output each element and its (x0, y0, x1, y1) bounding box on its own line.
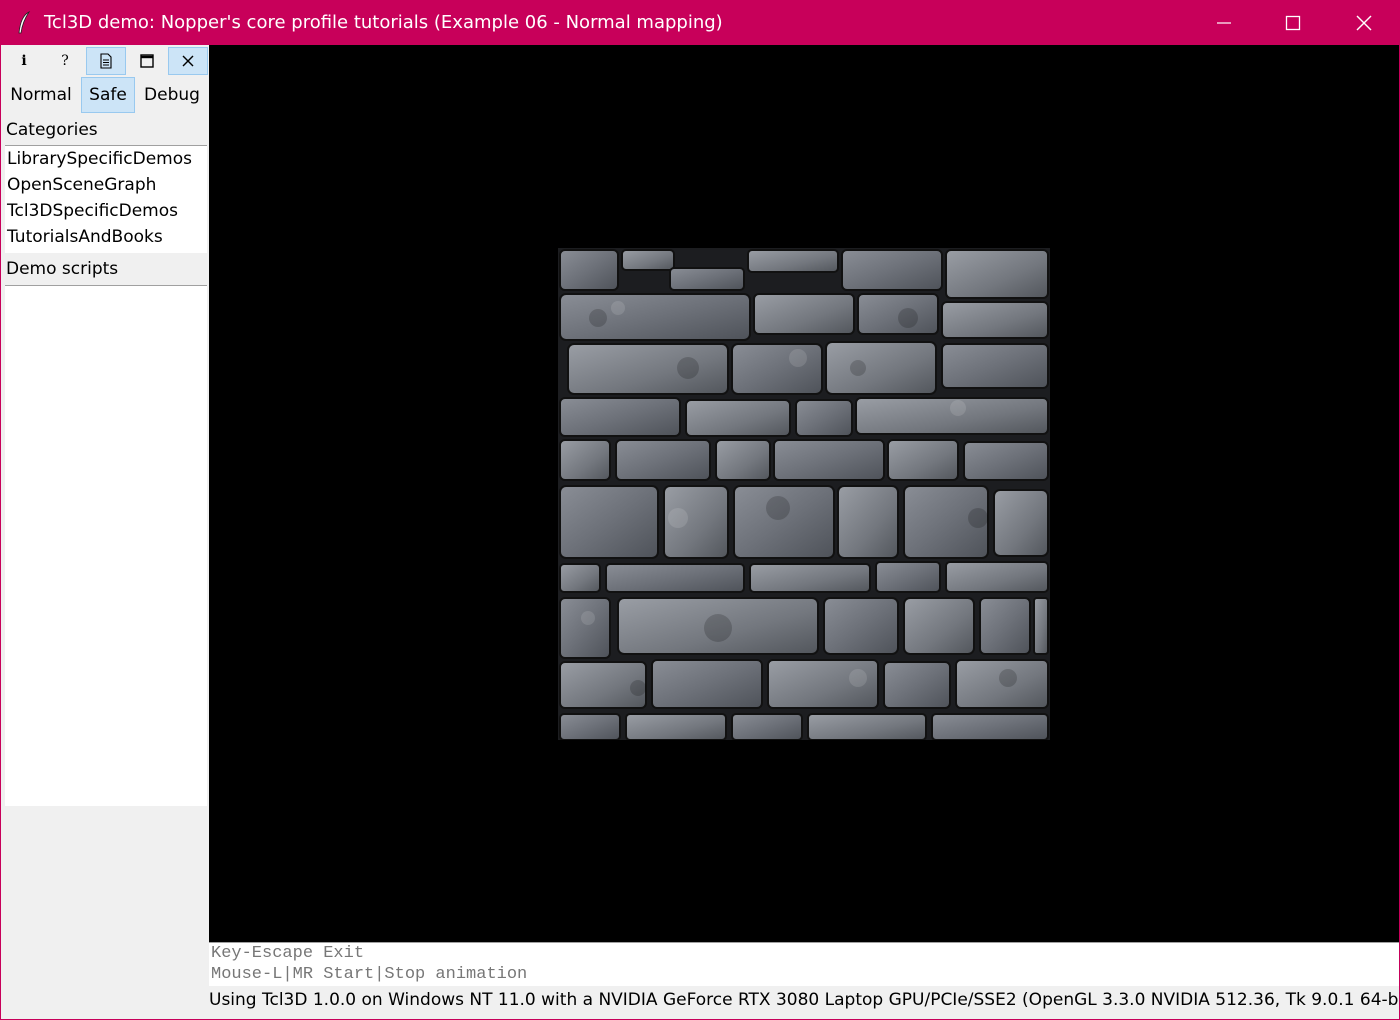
maximize-icon (140, 54, 154, 68)
demo-scripts-list[interactable] (5, 285, 207, 806)
info-button[interactable]: i (4, 47, 44, 75)
stone-wall-texture (558, 248, 1050, 740)
app-window: Tcl3D demo: Nopper's core profile tutori… (0, 0, 1400, 1020)
close-window-button[interactable] (1329, 1, 1399, 45)
feather-icon (18, 11, 31, 34)
window-title: Tcl3D demo: Nopper's core profile tutori… (44, 12, 723, 33)
close-icon (182, 55, 194, 67)
status-bar: Using Tcl3D 1.0.0 on Windows NT 11.0 wit… (209, 990, 1400, 1010)
list-item[interactable]: OpenSceneGraph (5, 172, 207, 198)
list-item[interactable]: Tcl3DSpecificDemos (5, 198, 207, 224)
mode-safe-button[interactable]: Safe (81, 77, 135, 113)
demo-scripts-label: Demo scripts (6, 259, 119, 279)
toolbar: i ? (4, 47, 208, 75)
close-icon (1356, 15, 1372, 31)
title-bar[interactable]: Tcl3D demo: Nopper's core profile tutori… (1, 1, 1399, 45)
mode-debug-button[interactable]: Debug (138, 77, 206, 113)
list-item[interactable]: TutorialsAndBooks (5, 224, 207, 250)
info-icon: i (21, 53, 27, 69)
exit-button[interactable] (168, 47, 208, 75)
list-item[interactable]: LibrarySpecificDemos (5, 146, 207, 172)
maximize-icon (1285, 15, 1301, 31)
help-icon: ? (61, 53, 69, 69)
brick-normal-map-image (558, 248, 1050, 740)
source-view-button[interactable] (86, 47, 126, 75)
mode-selector: Normal Safe Debug (4, 77, 208, 113)
maximize-button[interactable] (1258, 1, 1328, 45)
minimize-icon (1217, 22, 1231, 24)
sidebar: i ? Normal Safe Debug Categories Library… (2, 45, 208, 1019)
categories-label: Categories (6, 120, 98, 140)
document-icon (100, 53, 112, 69)
categories-list[interactable]: LibrarySpecificDemos OpenSceneGraph Tcl3… (5, 145, 207, 253)
minimize-button[interactable] (1189, 1, 1259, 45)
info-line-escape: Key-Escape Exit (211, 944, 365, 963)
fullscreen-button[interactable] (127, 47, 167, 75)
help-button[interactable]: ? (45, 47, 85, 75)
mode-normal-button[interactable]: Normal (4, 77, 78, 113)
opengl-canvas[interactable] (209, 45, 1399, 942)
info-text-box[interactable]: Key-Escape Exit Mouse-L|MR Start|Stop an… (209, 942, 1399, 986)
info-line-mouse: Mouse-L|MR Start|Stop animation (211, 965, 528, 984)
